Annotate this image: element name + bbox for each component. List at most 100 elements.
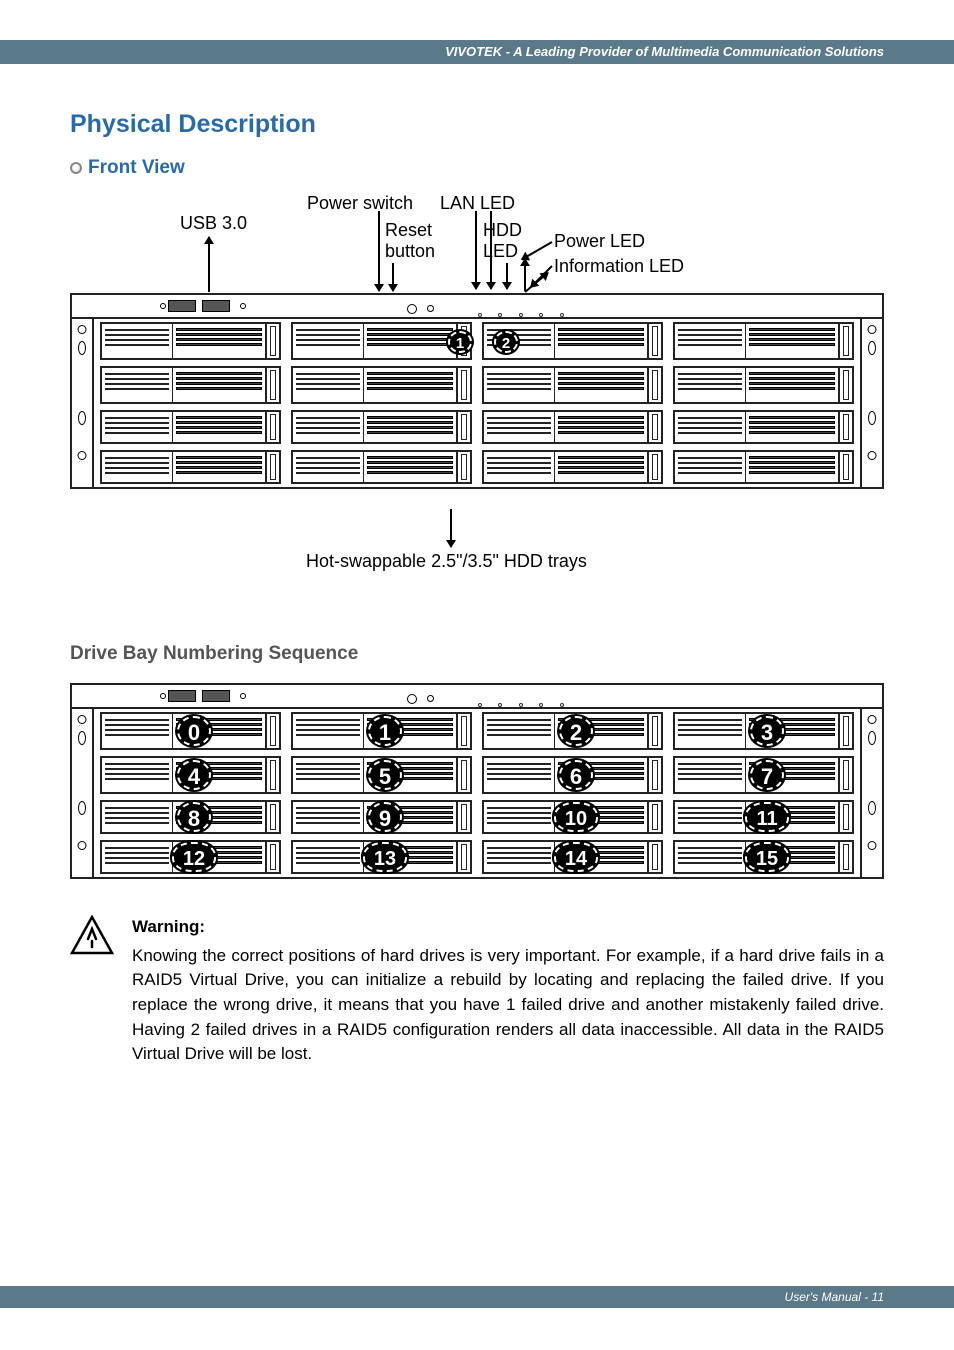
bullet-icon <box>70 162 82 174</box>
hdd-tray: 15 <box>673 840 854 874</box>
arrow-icon <box>208 237 210 292</box>
warning-block: Warning: Knowing the correct positions o… <box>70 915 884 1067</box>
reset-button-icon <box>427 695 434 702</box>
power-switch-icon <box>407 304 417 314</box>
arrow-icon <box>378 211 380 291</box>
hdd-tray: 8 <box>100 800 281 834</box>
led-icon <box>519 313 523 317</box>
bay-number-badge: 14 <box>554 842 598 872</box>
arrow-icon <box>392 263 394 291</box>
hdd-tray: 12 <box>100 840 281 874</box>
bay-row: 0 12 3 <box>72 709 882 753</box>
chassis-front <box>70 293 884 489</box>
bay-number-badge: 6 <box>559 760 593 790</box>
power-switch-icon <box>407 694 417 704</box>
center-controls <box>407 300 434 318</box>
hdd-tray <box>673 450 854 484</box>
callout-badge-1: 1 <box>448 331 472 353</box>
bay-number-badge: 3 <box>750 716 784 746</box>
led-icon <box>478 313 482 317</box>
usb-port-icon <box>168 300 196 312</box>
hdd-tray <box>100 410 281 444</box>
hdd-tray <box>100 322 281 360</box>
hdd-tray: 10 <box>482 800 663 834</box>
bay-number-badge: 4 <box>177 760 211 790</box>
front-view-label: Front View <box>88 157 185 178</box>
chassis-top-panel <box>72 685 882 709</box>
screw-icon <box>160 303 166 309</box>
hotswap-caption: Hot-swappable 2.5"/3.5" HDD trays <box>306 551 587 572</box>
power-led-label: Power LED <box>554 231 645 252</box>
bay-number-badge: 0 <box>177 716 211 746</box>
status-leds <box>472 694 570 712</box>
hdd-tray <box>291 410 472 444</box>
bay-row <box>72 363 882 407</box>
reset-button-icon <box>427 305 434 312</box>
hdd-tray: 9 <box>291 800 472 834</box>
hdd-tray <box>482 366 663 404</box>
usb-ports <box>167 300 247 314</box>
header-bar: VIVOTEK - A Leading Provider of Multimed… <box>0 40 954 64</box>
page-title: Physical Description <box>70 110 884 139</box>
bay-number-badge: 10 <box>554 802 598 832</box>
bay-row <box>72 319 882 363</box>
hdd-tray: 3 <box>673 712 854 750</box>
hdd-tray <box>291 322 472 360</box>
hdd-tray: 14 <box>482 840 663 874</box>
bay-number-badge: 5 <box>368 760 402 790</box>
hdd-tray <box>100 366 281 404</box>
hdd-tray: 11 <box>673 800 854 834</box>
hdd-tray: 2 <box>482 712 663 750</box>
usb-port-icon <box>202 300 230 312</box>
hdd-tray <box>482 410 663 444</box>
bay-number-badge: 8 <box>177 802 211 832</box>
arrow-icon <box>524 259 526 291</box>
hdd-tray <box>482 450 663 484</box>
warning-title: Warning: <box>132 915 884 940</box>
drive-bay-heading: Drive Bay Numbering Sequence <box>70 643 884 665</box>
warning-text: Warning: Knowing the correct positions o… <box>132 915 884 1067</box>
screw-icon <box>240 303 246 309</box>
arrow-icon <box>450 509 452 547</box>
usb-ports <box>167 690 247 704</box>
bay-number-badge: 9 <box>368 802 402 832</box>
led-icon <box>498 313 502 317</box>
info-led-label: Information LED <box>554 256 684 277</box>
hdd-tray: 6 <box>482 756 663 794</box>
bay-number-badge: 15 <box>745 842 789 872</box>
hdd-tray <box>291 450 472 484</box>
page-content: Physical Description Front View USB 3.0 … <box>70 110 884 1067</box>
front-view-diagram: USB 3.0 Power switch Reset button LAN LE… <box>70 193 884 603</box>
led-icon <box>560 313 564 317</box>
bay-number-badge: 7 <box>750 760 784 790</box>
led-icon <box>498 703 502 707</box>
chassis-numbered: 0123456789101112131415 <box>70 683 884 879</box>
led-icon <box>519 703 523 707</box>
front-view-heading: Front View <box>70 157 884 179</box>
hdd-tray: 1 <box>291 712 472 750</box>
lan-led-label: LAN LED <box>440 193 515 214</box>
led-icon <box>539 703 543 707</box>
hdd-tray <box>291 366 472 404</box>
bay-row <box>72 447 882 487</box>
callout-badge-2: 2 <box>494 331 518 353</box>
hdd-tray <box>673 322 854 360</box>
hdd-tray: 7 <box>673 756 854 794</box>
reset-label-1: Reset <box>385 220 432 241</box>
status-leds <box>472 304 570 322</box>
screw-icon <box>240 693 246 699</box>
reset-label-2: button <box>385 241 435 262</box>
bay-row <box>72 407 882 447</box>
power-switch-label: Power switch <box>307 193 413 214</box>
arrow-icon <box>506 263 508 289</box>
usb-port-icon <box>202 690 230 702</box>
arrow-icon <box>490 211 492 289</box>
bay-number-badge: 12 <box>172 842 216 872</box>
led-icon <box>560 703 564 707</box>
hdd-tray <box>673 366 854 404</box>
footer-bar: User's Manual - 11 <box>0 1286 954 1308</box>
arrow-icon <box>475 211 477 289</box>
arrow-icon <box>521 241 552 260</box>
led-icon <box>539 313 543 317</box>
hdd-led-label-2: LED <box>483 241 518 262</box>
